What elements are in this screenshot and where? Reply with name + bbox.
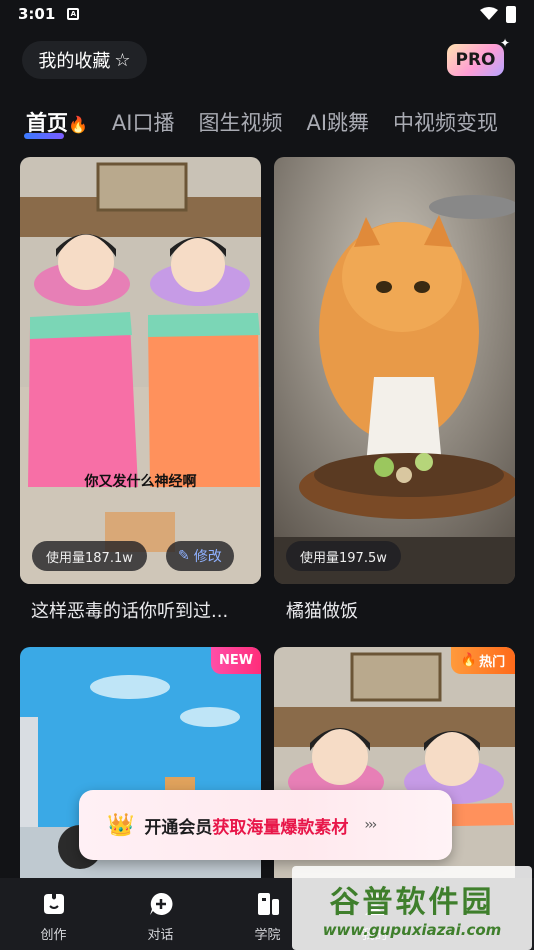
template-card[interactable]: 你又发什么神经啊 使用量187.1w ✎ 修改 xyxy=(20,157,261,584)
tab-ai-speech[interactable]: AI口播 xyxy=(112,107,175,137)
notification-icon: A xyxy=(67,8,80,20)
template-card[interactable]: 使用量197.5w xyxy=(274,157,515,584)
usage-count-badge: 使用量197.5w xyxy=(286,541,401,571)
cartoon-couple-thumbnail xyxy=(20,157,261,584)
hot-label: 热门 xyxy=(479,655,506,670)
nav-label: 对话 xyxy=(147,928,174,943)
battery-icon xyxy=(506,5,516,23)
status-time: 3:01 xyxy=(18,5,56,23)
status-bar: 3:01 A xyxy=(0,0,534,28)
new-badge: NEW xyxy=(211,647,261,674)
tab-ai-dance[interactable]: AI跳舞 xyxy=(306,107,369,137)
sparkle-icon: ✦ xyxy=(500,36,511,50)
chat-plus-icon xyxy=(149,892,172,915)
chevron-right-icon: ››› xyxy=(364,817,377,833)
tab-label: 首页 xyxy=(26,111,68,135)
site-watermark: 谷普软件园 www.gupuxiazai.com xyxy=(292,866,532,950)
status-indicators xyxy=(480,5,516,23)
tab-image-to-video[interactable]: 图生视频 xyxy=(198,107,282,137)
promo-highlight-text: 获取海量爆款素材 xyxy=(212,817,349,838)
create-icon xyxy=(43,894,64,914)
category-tabs: 首页🔥 AI口播 图生视频 AI跳舞 中视频变现 xyxy=(0,104,534,140)
nav-item-chat[interactable]: 对话 xyxy=(107,878,214,950)
favorites-label: 我的收藏 xyxy=(38,51,111,72)
nav-item-create[interactable]: 创作 xyxy=(0,878,107,950)
promo-main-text: 开通会员 xyxy=(144,817,213,838)
orange-cat-cooking-thumbnail xyxy=(274,157,515,584)
favorites-button[interactable]: 我的收藏 ☆ xyxy=(22,41,147,79)
wifi-icon xyxy=(480,7,498,20)
card-title[interactable]: 这样恶毒的话你听到过... xyxy=(31,597,228,623)
edit-button[interactable]: ✎ 修改 xyxy=(166,541,234,571)
hot-badge: 🔥 热门 xyxy=(451,647,515,674)
nav-label: 学院 xyxy=(254,928,281,943)
pro-button[interactable]: PRO xyxy=(447,44,504,76)
usage-count-badge: 使用量187.1w xyxy=(32,541,147,571)
pencil-icon: ✎ xyxy=(178,548,190,564)
card-title[interactable]: 橘猫做饭 xyxy=(286,597,358,623)
vip-promo-banner[interactable]: 👑 开通会员获取海量爆款素材 ››› xyxy=(79,790,452,860)
crown-icon: 👑 xyxy=(107,812,135,838)
watermark-url: www.gupuxiazai.com xyxy=(322,921,502,939)
tab-home[interactable]: 首页🔥 xyxy=(24,107,88,139)
academy-icon xyxy=(257,893,279,915)
nav-label: 创作 xyxy=(40,928,67,943)
fire-icon: 🔥 xyxy=(68,115,88,134)
edit-label: 修改 xyxy=(193,549,222,565)
watermark-title: 谷普软件园 xyxy=(329,885,495,920)
tab-mid-video-monetize[interactable]: 中视频变现 xyxy=(393,107,498,137)
star-icon: ☆ xyxy=(114,49,131,71)
flame-icon: 🔥 xyxy=(460,653,478,668)
video-subtitle-text: 你又发什么神经啊 xyxy=(84,474,197,490)
